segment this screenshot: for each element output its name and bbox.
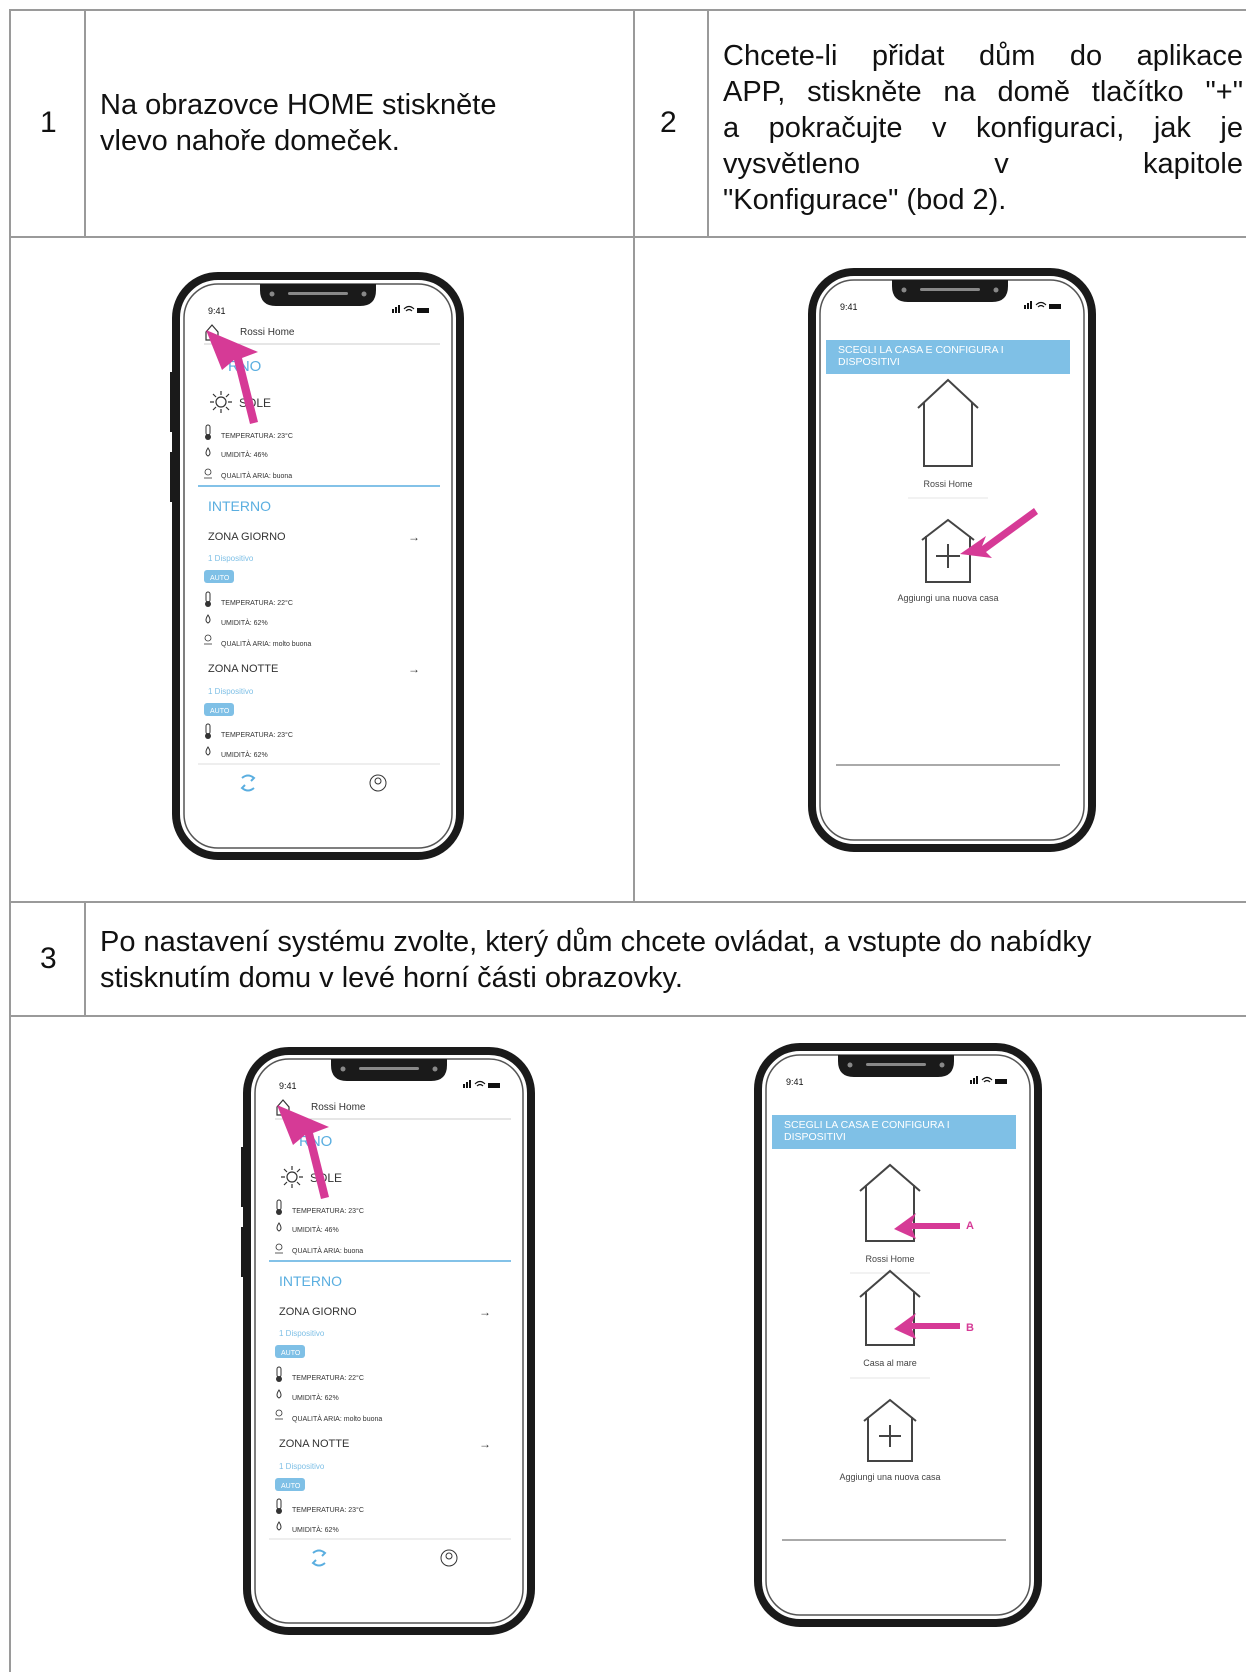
banner-line: SCEGLI LA CASA E CONFIGURA I: [784, 1119, 950, 1131]
step-number: 2: [660, 106, 677, 139]
step-text-line: Na obrazovce HOME stiskněte: [100, 89, 497, 121]
zone-name: ZONA GIORNO: [279, 1306, 357, 1318]
internal-section-title: INTERNO: [279, 1273, 342, 1289]
zone-air-quality: QUALITÀ ARIA: molto buona: [292, 1414, 382, 1423]
step-text-line: APP, stiskněte na domě tlačítko "+": [723, 76, 1243, 108]
step-text-line: "Konfigurace" (bod 2).: [723, 184, 1007, 216]
row-divider-1: [9, 236, 1246, 238]
arrow-right-icon[interactable]: →: [479, 1305, 491, 1319]
add-house-label[interactable]: Aggiungi una nuova casa: [839, 1472, 940, 1482]
phone-home-screen-step3: 9:41 Rossi Home RNO SOLE TEMPERATURA: 23…: [241, 1047, 537, 1635]
status-time: 9:41: [840, 302, 858, 312]
banner-line: DISPOSITIVI: [838, 356, 900, 368]
zone-name: ZONA GIORNO: [208, 531, 286, 543]
phone-select-screen: 9:41 SCEGLI LA CASA E CONFIGURA I DISPOS…: [806, 268, 1098, 852]
step-text-line: vlevo nahoře domeček.: [100, 125, 400, 157]
banner-line: DISPOSITIVI: [784, 1131, 846, 1143]
zone-air-quality: QUALITÀ ARIA: molto buona: [221, 639, 311, 648]
zone-temperature: TEMPERATURA: 23°C: [221, 731, 293, 739]
zone-mode-badge[interactable]: AUTO: [210, 708, 230, 715]
ext-temperature: TEMPERATURA: 23°C: [292, 1207, 364, 1215]
table-border-top: [9, 9, 1246, 11]
phone-home-screen: 9:41 Rossi Home RNO SOLE TEMPERATURA: 23…: [170, 272, 466, 860]
zone-humidity: UMIDITÀ: 62%: [292, 1525, 339, 1534]
zone-mode-badge[interactable]: AUTO: [281, 1483, 301, 1490]
step-text-line: vysvětleno v kapitole: [723, 148, 1243, 180]
battery-icon: [417, 308, 429, 313]
zone-mode-badge[interactable]: AUTO: [281, 1350, 301, 1357]
step-text: Po nastavení systému zvolte, který dům c…: [100, 924, 1240, 996]
phone-select-screen-step3: 9:41 SCEGLI LA CASA E CONFIGURA I DISPOS…: [752, 1043, 1044, 1627]
zone-mode-badge[interactable]: AUTO: [210, 575, 230, 582]
table-border-left: [9, 9, 11, 1672]
label-a: A: [966, 1220, 974, 1232]
battery-icon: [488, 1083, 500, 1088]
zone-humidity: UMIDITÀ: 62%: [292, 1393, 339, 1402]
label-b: B: [966, 1322, 974, 1334]
internal-section-title: INTERNO: [208, 498, 271, 514]
zone-humidity: UMIDITÀ: 62%: [221, 618, 268, 627]
step-text-line: a pokračujte v konfiguraci, jak je: [723, 112, 1243, 144]
ext-air-quality: QUALITÀ ARIA: buona: [221, 471, 292, 480]
zone-devices: 1 Dispositivo: [279, 1462, 325, 1471]
zone-humidity: UMIDITÀ: 62%: [221, 750, 268, 759]
col-divider-a: [84, 9, 86, 237]
zone-name: ZONA NOTTE: [208, 663, 278, 675]
arrow-right-icon[interactable]: →: [479, 1437, 491, 1451]
col-divider-c: [707, 9, 709, 237]
ext-humidity: UMIDITÀ: 46%: [221, 450, 268, 459]
step-number: 1: [40, 106, 57, 139]
ext-humidity: UMIDITÀ: 46%: [292, 1225, 339, 1234]
row-divider-3: [9, 1015, 1246, 1017]
zone-devices: 1 Dispositivo: [208, 687, 254, 696]
arrow-right-icon[interactable]: →: [408, 662, 420, 676]
step-text: Na obrazovce HOME stiskněte vlevo nahoře…: [100, 87, 620, 159]
zone-name: ZONA NOTTE: [279, 1438, 349, 1450]
banner-line: SCEGLI LA CASA E CONFIGURA I: [838, 344, 1004, 356]
step-text-line: Po nastavení systému zvolte, který dům c…: [100, 926, 1092, 958]
add-house-label[interactable]: Aggiungi una nuova casa: [897, 593, 998, 603]
arrow-right-icon[interactable]: →: [408, 530, 420, 544]
col-divider-b: [633, 9, 635, 902]
zone-devices: 1 Dispositivo: [208, 554, 254, 563]
zone-temperature: TEMPERATURA: 23°C: [292, 1506, 364, 1514]
col-divider-d: [84, 901, 86, 1016]
battery-icon: [1049, 304, 1061, 309]
ext-air-quality: QUALITÀ ARIA: buona: [292, 1246, 363, 1255]
house-name[interactable]: Rossi Home: [923, 479, 972, 489]
zone-temperature: TEMPERATURA: 22°C: [292, 1374, 364, 1382]
step-text-line: Chcete-li přidat dům do aplikace: [723, 40, 1243, 72]
row-divider-2: [9, 901, 1246, 903]
zone-devices: 1 Dispositivo: [279, 1329, 325, 1338]
house-name[interactable]: Casa al mare: [863, 1358, 917, 1368]
zone-temperature: TEMPERATURA: 22°C: [221, 599, 293, 607]
house-name[interactable]: Rossi Home: [865, 1254, 914, 1264]
status-time: 9:41: [786, 1077, 804, 1087]
status-time: 9:41: [208, 306, 226, 316]
status-time: 9:41: [279, 1081, 297, 1091]
home-name: Rossi Home: [240, 327, 295, 338]
battery-icon: [995, 1079, 1007, 1084]
ext-temperature: TEMPERATURA: 23°C: [221, 432, 293, 440]
home-name: Rossi Home: [311, 1102, 366, 1113]
step-text-line: stisknutím domu v levé horní části obraz…: [100, 962, 683, 994]
step-number: 3: [40, 942, 57, 975]
step-text: Chcete-li přidat dům do aplikace APP, st…: [723, 38, 1243, 218]
